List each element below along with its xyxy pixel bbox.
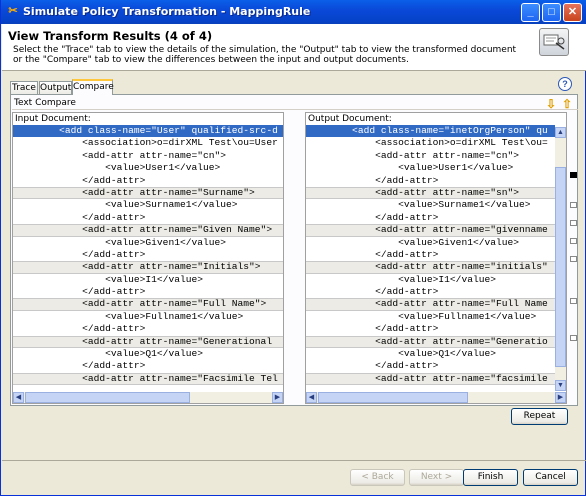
code-line: <add class-name="inetOrgPerson" qu [306,125,555,138]
scrollbar-thumb[interactable] [555,167,566,367]
input-document-pane[interactable]: Input Document: <add class-name="User" q… [12,112,284,404]
code-line: </add-attr> [306,360,439,372]
tab-compare[interactable]: Compare [72,79,114,95]
code-line: <value>User1</value> [306,162,514,174]
difference-marker[interactable] [570,220,577,226]
output-horizontal-scrollbar[interactable]: ◀ ▶ [306,391,566,403]
code-line: <value>Fullname1</value> [13,310,244,322]
code-line: </add-attr> [13,211,146,223]
code-line: <add-attr attr-name="sn"> [306,186,555,200]
difference-marker[interactable] [570,202,577,208]
code-line: <add-attr attr-name="initials" [306,261,555,274]
code-line: </add-attr> [306,323,439,335]
code-line: <add-attr attr-name="Facsimile Tel [13,372,283,386]
code-line: <value>Fullname1</value> [306,310,537,322]
code-line: </add-attr> [306,286,439,298]
code-line: <value>I1</value> [306,273,496,285]
code-line: <value>Surname1</value> [13,199,238,211]
next-button[interactable]: Next > [409,469,464,486]
tab-trace[interactable]: Trace [10,81,38,94]
difference-marker[interactable] [570,172,577,178]
code-line: <value>Q1</value> [306,348,496,360]
button-bar-divider [2,460,586,461]
input-horizontal-scrollbar[interactable]: ◀ ▶ [13,391,283,403]
code-line: <add class-name="User" qualified-src-d [13,125,283,138]
difference-marker[interactable] [570,256,577,262]
finish-button[interactable]: Finish [463,469,518,486]
scrollbar-thumb[interactable] [25,392,190,403]
help-icon[interactable]: ? [558,77,572,91]
difference-overview-ruler[interactable] [568,112,578,402]
input-document-label: Input Document: [15,114,91,124]
code-line: <value>User1</value> [13,162,221,174]
wizard-banner-icon [539,28,569,56]
close-button[interactable]: ✕ [563,3,582,22]
code-line: <add-attr attr-name="givenname [306,224,555,237]
scroll-up-icon[interactable]: ▲ [555,127,566,138]
divider [12,109,578,110]
title-bar: ✂ Simulate Policy Transformation - Mappi… [1,0,586,24]
code-line: <value>Q1</value> [13,348,203,360]
code-line: <association>o=dirXML Test\ou= [306,137,548,149]
scrollbar-thumb[interactable] [318,392,468,403]
code-line: <add-attr attr-name="cn"> [13,149,227,161]
code-line: </add-attr> [13,174,146,186]
code-line: <add-attr attr-name="Surname"> [13,186,283,200]
text-compare-label: Text Compare [14,98,76,108]
difference-marker[interactable] [570,238,577,244]
scroll-down-icon[interactable]: ▼ [555,380,566,391]
code-line: </add-attr> [13,360,146,372]
window-title: Simulate Policy Transformation - Mapping… [23,5,311,18]
output-document-label: Output Document: [308,114,392,124]
code-line: </add-attr> [306,248,439,260]
code-line: <add-attr attr-name="cn"> [306,149,520,161]
output-document-pane[interactable]: Output Document: <add class-name="inetOr… [305,112,567,404]
difference-marker[interactable] [570,335,577,341]
scroll-right-icon[interactable]: ▶ [272,392,283,403]
code-line: <value>I1</value> [13,273,203,285]
code-line: <value>Given1</value> [306,236,520,248]
scroll-right-icon[interactable]: ▶ [555,392,566,403]
maximize-button[interactable]: □ [542,3,561,22]
dialog-window: ✂ Simulate Policy Transformation - Mappi… [0,0,586,496]
back-button[interactable]: < Back [350,469,405,486]
output-vertical-scrollbar[interactable]: ▲ ▼ [555,127,566,391]
code-line: <add-attr attr-name="facsimile [306,372,555,386]
code-line: <value>Surname1</value> [306,199,531,211]
code-line: </add-attr> [306,174,439,186]
code-line: </add-attr> [13,248,146,260]
repeat-button[interactable]: Repeat [511,408,568,425]
code-line: </add-attr> [13,286,146,298]
tab-output[interactable]: Output [39,81,72,94]
scroll-left-icon[interactable]: ◀ [13,392,24,403]
scroll-left-icon[interactable]: ◀ [306,392,317,403]
code-line: <add-attr attr-name="Given Name"> [13,224,283,237]
wizard-header: View Transform Results (4 of 4) Select t… [2,24,586,71]
code-line: <add-attr attr-name="Generational [13,335,283,349]
code-line: <add-attr attr-name="Initials"> [13,261,283,274]
page-title: View Transform Results (4 of 4) [8,29,213,43]
code-line: <association>o=dirXML Test\ou=User [13,137,278,149]
code-line: <value>Given1</value> [13,236,227,248]
code-line: </add-attr> [13,323,146,335]
code-line: <add-attr attr-name="Full Name"> [13,298,283,311]
output-document-text[interactable]: <add class-name="inetOrgPerson" qu <asso… [306,125,555,386]
code-line: <add-attr attr-name="Full Name [306,298,555,311]
app-icon: ✂ [8,5,18,17]
page-description: Select the "Trace" tab to view the detai… [13,45,517,65]
minimize-button[interactable]: _ [521,3,540,22]
compare-panel: Text Compare ⇩ ⇧ Input Document: <add cl… [10,94,578,406]
code-line: <add-attr attr-name="Generatio [306,335,555,349]
input-document-text[interactable]: <add class-name="User" qualified-src-d <… [13,125,283,386]
difference-marker[interactable] [570,298,577,304]
code-line: </add-attr> [306,211,439,223]
cancel-button[interactable]: Cancel [523,469,578,486]
